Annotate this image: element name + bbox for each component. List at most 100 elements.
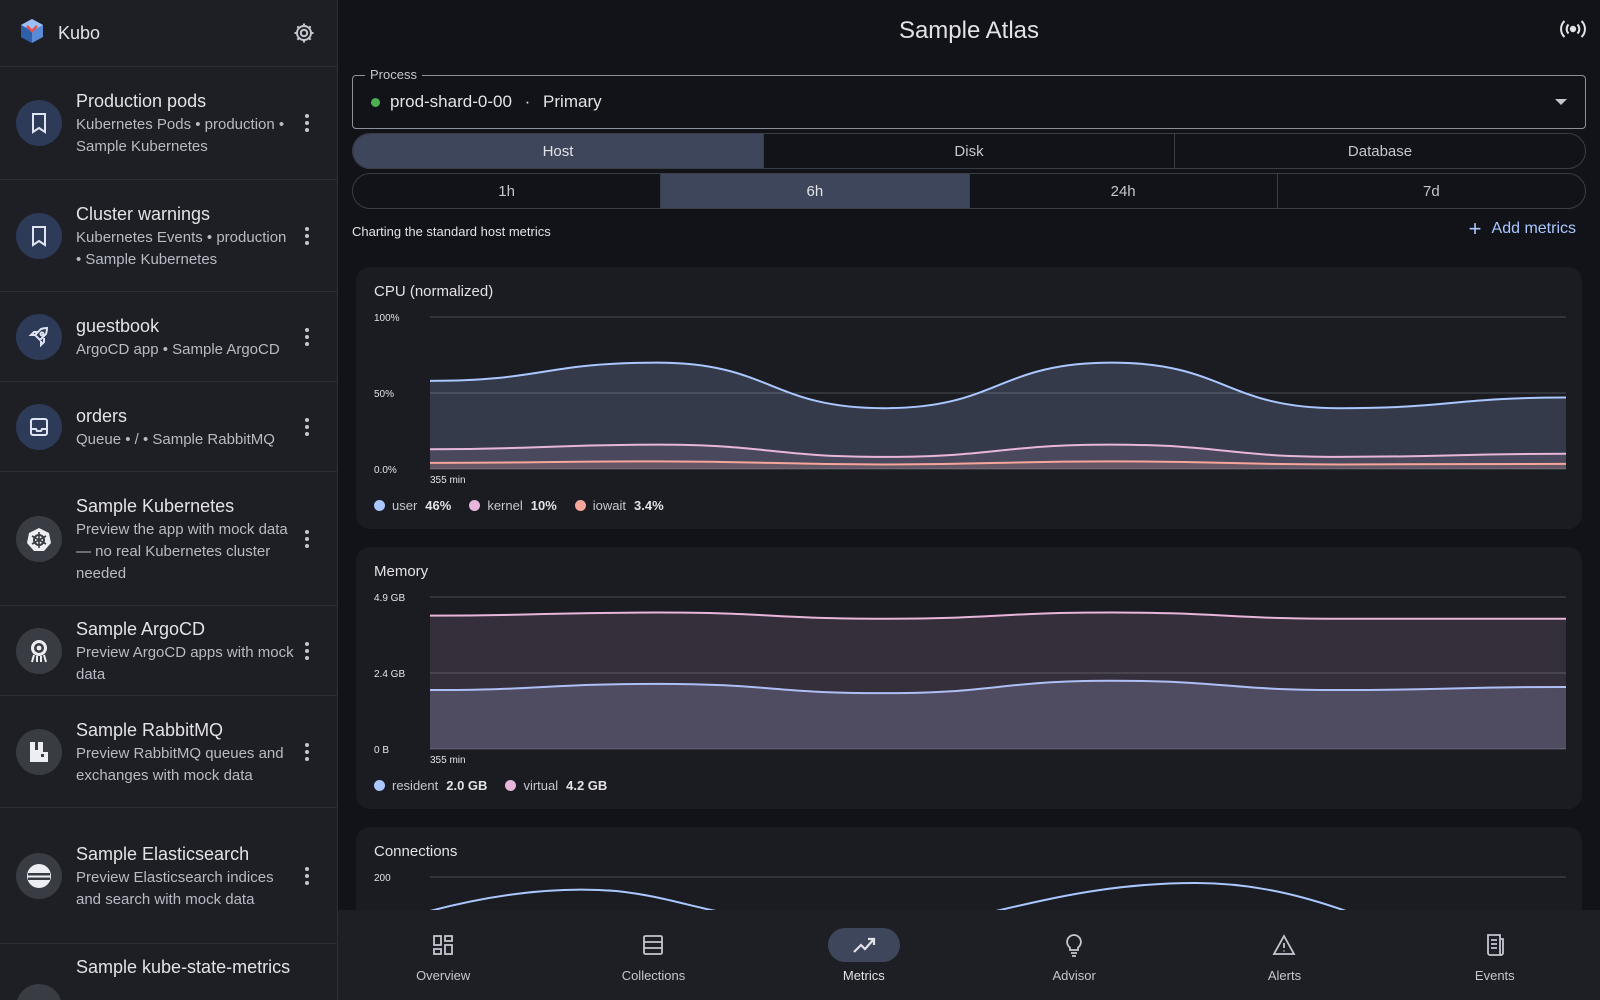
- more-vert-icon[interactable]: [295, 732, 319, 772]
- rocket-icon: [16, 313, 62, 360]
- process-name: prod-shard-0-00: [390, 92, 512, 111]
- live-broadcast-icon[interactable]: [1560, 18, 1586, 45]
- nav-label: Collections: [621, 967, 686, 983]
- nav-overview[interactable]: Overview: [338, 910, 548, 1000]
- chart-legend: user 46% kernel 10% iowait 3.4%: [374, 498, 682, 513]
- memory-chart: 4.9 GB 2.4 GB 0 B 355 min: [374, 593, 1567, 766]
- kubo-logo-icon: [20, 18, 44, 49]
- legend-name: iowait: [592, 498, 627, 513]
- sidebar-item-subtitle: Kubernetes Pods • production • Sample Ku…: [76, 116, 285, 155]
- sidebar-item-sample-argocd[interactable]: Sample ArgoCD Preview ArgoCD apps with m…: [0, 606, 337, 696]
- chart-title: Memory: [374, 563, 429, 580]
- dropdown-arrow-icon[interactable]: [1555, 99, 1567, 105]
- y-tick-label: 200: [374, 873, 391, 884]
- tab-disk[interactable]: Disk: [764, 134, 1175, 168]
- more-vert-icon[interactable]: [295, 216, 319, 256]
- bottom-navigation: Overview Collections Metrics Advisor Ale…: [338, 910, 1600, 1000]
- settings-gear-icon[interactable]: [291, 20, 317, 46]
- chart-legend: resident 2.0 GB virtual 4.2 GB: [374, 778, 625, 793]
- sidebar-item-subtitle: Preview ArgoCD apps with mock data: [76, 643, 294, 683]
- sidebar-item-sample-elasticsearch[interactable]: Sample Elasticsearch Preview Elasticsear…: [0, 808, 337, 944]
- elasticsearch-icon: [16, 852, 62, 899]
- range-24h[interactable]: 24h: [970, 174, 1278, 208]
- nav-collections[interactable]: Collections: [548, 910, 758, 1000]
- tab-database[interactable]: Database: [1175, 134, 1585, 168]
- sidebar-item-title: Sample Elasticsearch: [76, 843, 250, 864]
- sidebar-item-title: Sample RabbitMQ: [76, 719, 224, 740]
- sidebar-item-sample-kubernetes[interactable]: Sample Kubernetes Preview the app with m…: [0, 472, 337, 606]
- argocd-icon: [16, 627, 62, 674]
- sidebar-header: Kubo: [0, 0, 337, 67]
- x-axis-label: 355 min: [430, 475, 466, 486]
- sidebar-item-sample-kube-state-metrics[interactable]: Sample kube-state-metrics: [0, 944, 337, 1000]
- nav-events[interactable]: Events: [1390, 910, 1600, 1000]
- bookmark-icon: [16, 212, 62, 259]
- inbox-icon: [16, 403, 62, 450]
- nav-label: Metrics: [842, 967, 885, 983]
- sidebar-item-guestbook[interactable]: guestbook ArgoCD app • Sample ArgoCD: [0, 292, 337, 382]
- sidebar: Kubo Production pods Kubernetes Pods • p…: [0, 0, 338, 1000]
- legend-dot: [469, 500, 481, 511]
- sidebar-item-subtitle: Preview Elasticsearch indices and search…: [76, 868, 274, 908]
- sidebar-item-title: Cluster warnings: [76, 203, 211, 224]
- collections-icon: [617, 928, 689, 962]
- chart-title: CPU (normalized): [374, 283, 494, 300]
- sidebar-item-orders[interactable]: orders Queue • / • Sample RabbitMQ: [0, 382, 337, 472]
- nav-label: Overview: [416, 967, 471, 983]
- legend-name: virtual: [523, 778, 559, 793]
- sidebar-item-cluster-warnings[interactable]: Cluster warnings Kubernetes Events • pro…: [0, 180, 337, 292]
- main-content: Sample Atlas Process prod-shard-0-00 · P…: [338, 0, 1600, 1000]
- process-select[interactable]: Process prod-shard-0-00 · Primary: [352, 67, 1586, 129]
- sidebar-item-sample-rabbitmq[interactable]: Sample RabbitMQ Preview RabbitMQ queues …: [0, 696, 337, 808]
- process-separator: ·: [524, 92, 531, 111]
- process-value: prod-shard-0-00 · Primary: [390, 92, 1555, 112]
- legend-value: 46%: [425, 498, 452, 513]
- sidebar-item-subtitle: Kubernetes Events • production • Sample …: [76, 228, 287, 268]
- receipt-icon: [1459, 928, 1531, 962]
- more-vert-icon[interactable]: [295, 519, 319, 559]
- legend-dot: [374, 500, 385, 511]
- add-metrics-button[interactable]: + Add metrics: [1469, 218, 1576, 240]
- process-legend: Process: [365, 67, 422, 82]
- nav-alerts[interactable]: Alerts: [1179, 910, 1389, 1000]
- top-bar: Sample Atlas: [338, 0, 1600, 62]
- more-vert-icon[interactable]: [295, 407, 319, 447]
- cpu-chart: 100% 50% 0.0% 355 min: [374, 313, 1567, 486]
- range-6h[interactable]: 6h: [661, 174, 970, 208]
- nav-advisor[interactable]: Advisor: [969, 910, 1179, 1000]
- sidebar-item-production-pods[interactable]: Production pods Kubernetes Pods • produc…: [0, 67, 337, 180]
- tab-host[interactable]: Host: [353, 134, 764, 168]
- legend-dot: [505, 780, 517, 791]
- sidebar-item-title: Sample Kubernetes: [76, 495, 235, 516]
- legend-item-user: user 46%: [374, 498, 451, 513]
- y-tick-label: 2.4 GB: [374, 669, 405, 680]
- more-vert-icon[interactable]: [295, 856, 319, 896]
- rabbitmq-icon: [16, 728, 62, 775]
- legend-item-kernel: kernel 10%: [469, 498, 557, 513]
- x-axis-label: 355 min: [430, 755, 466, 766]
- range-7d[interactable]: 7d: [1278, 174, 1585, 208]
- more-vert-icon[interactable]: [295, 631, 319, 671]
- nav-label: Events: [1474, 967, 1515, 983]
- y-tick-label: 0 B: [374, 745, 389, 756]
- time-range-selector: 1h 6h 24h 7d: [352, 173, 1586, 209]
- more-vert-icon[interactable]: [295, 103, 319, 143]
- bookmark-icon: [16, 100, 62, 146]
- legend-value: 3.4%: [634, 498, 664, 513]
- status-dot: [371, 97, 380, 107]
- y-tick-label: 100%: [374, 313, 400, 324]
- more-vert-icon[interactable]: [295, 317, 319, 357]
- y-tick-label: 4.9 GB: [374, 593, 405, 604]
- range-1h[interactable]: 1h: [353, 174, 662, 208]
- nav-metrics[interactable]: Metrics: [759, 910, 969, 1000]
- warning-icon: [1248, 928, 1320, 962]
- legend-value: 2.0 GB: [446, 778, 488, 793]
- legend-name: resident: [392, 778, 439, 793]
- charting-caption: Charting the standard host metrics: [352, 224, 551, 239]
- sidebar-item-subtitle: ArgoCD app • Sample ArgoCD: [76, 340, 280, 358]
- app-name: Kubo: [58, 22, 101, 43]
- legend-dot: [574, 500, 586, 511]
- chart-title: Connections: [374, 843, 458, 860]
- sidebar-item-title: orders: [76, 405, 128, 426]
- legend-item-virtual: virtual 4.2 GB: [505, 778, 607, 793]
